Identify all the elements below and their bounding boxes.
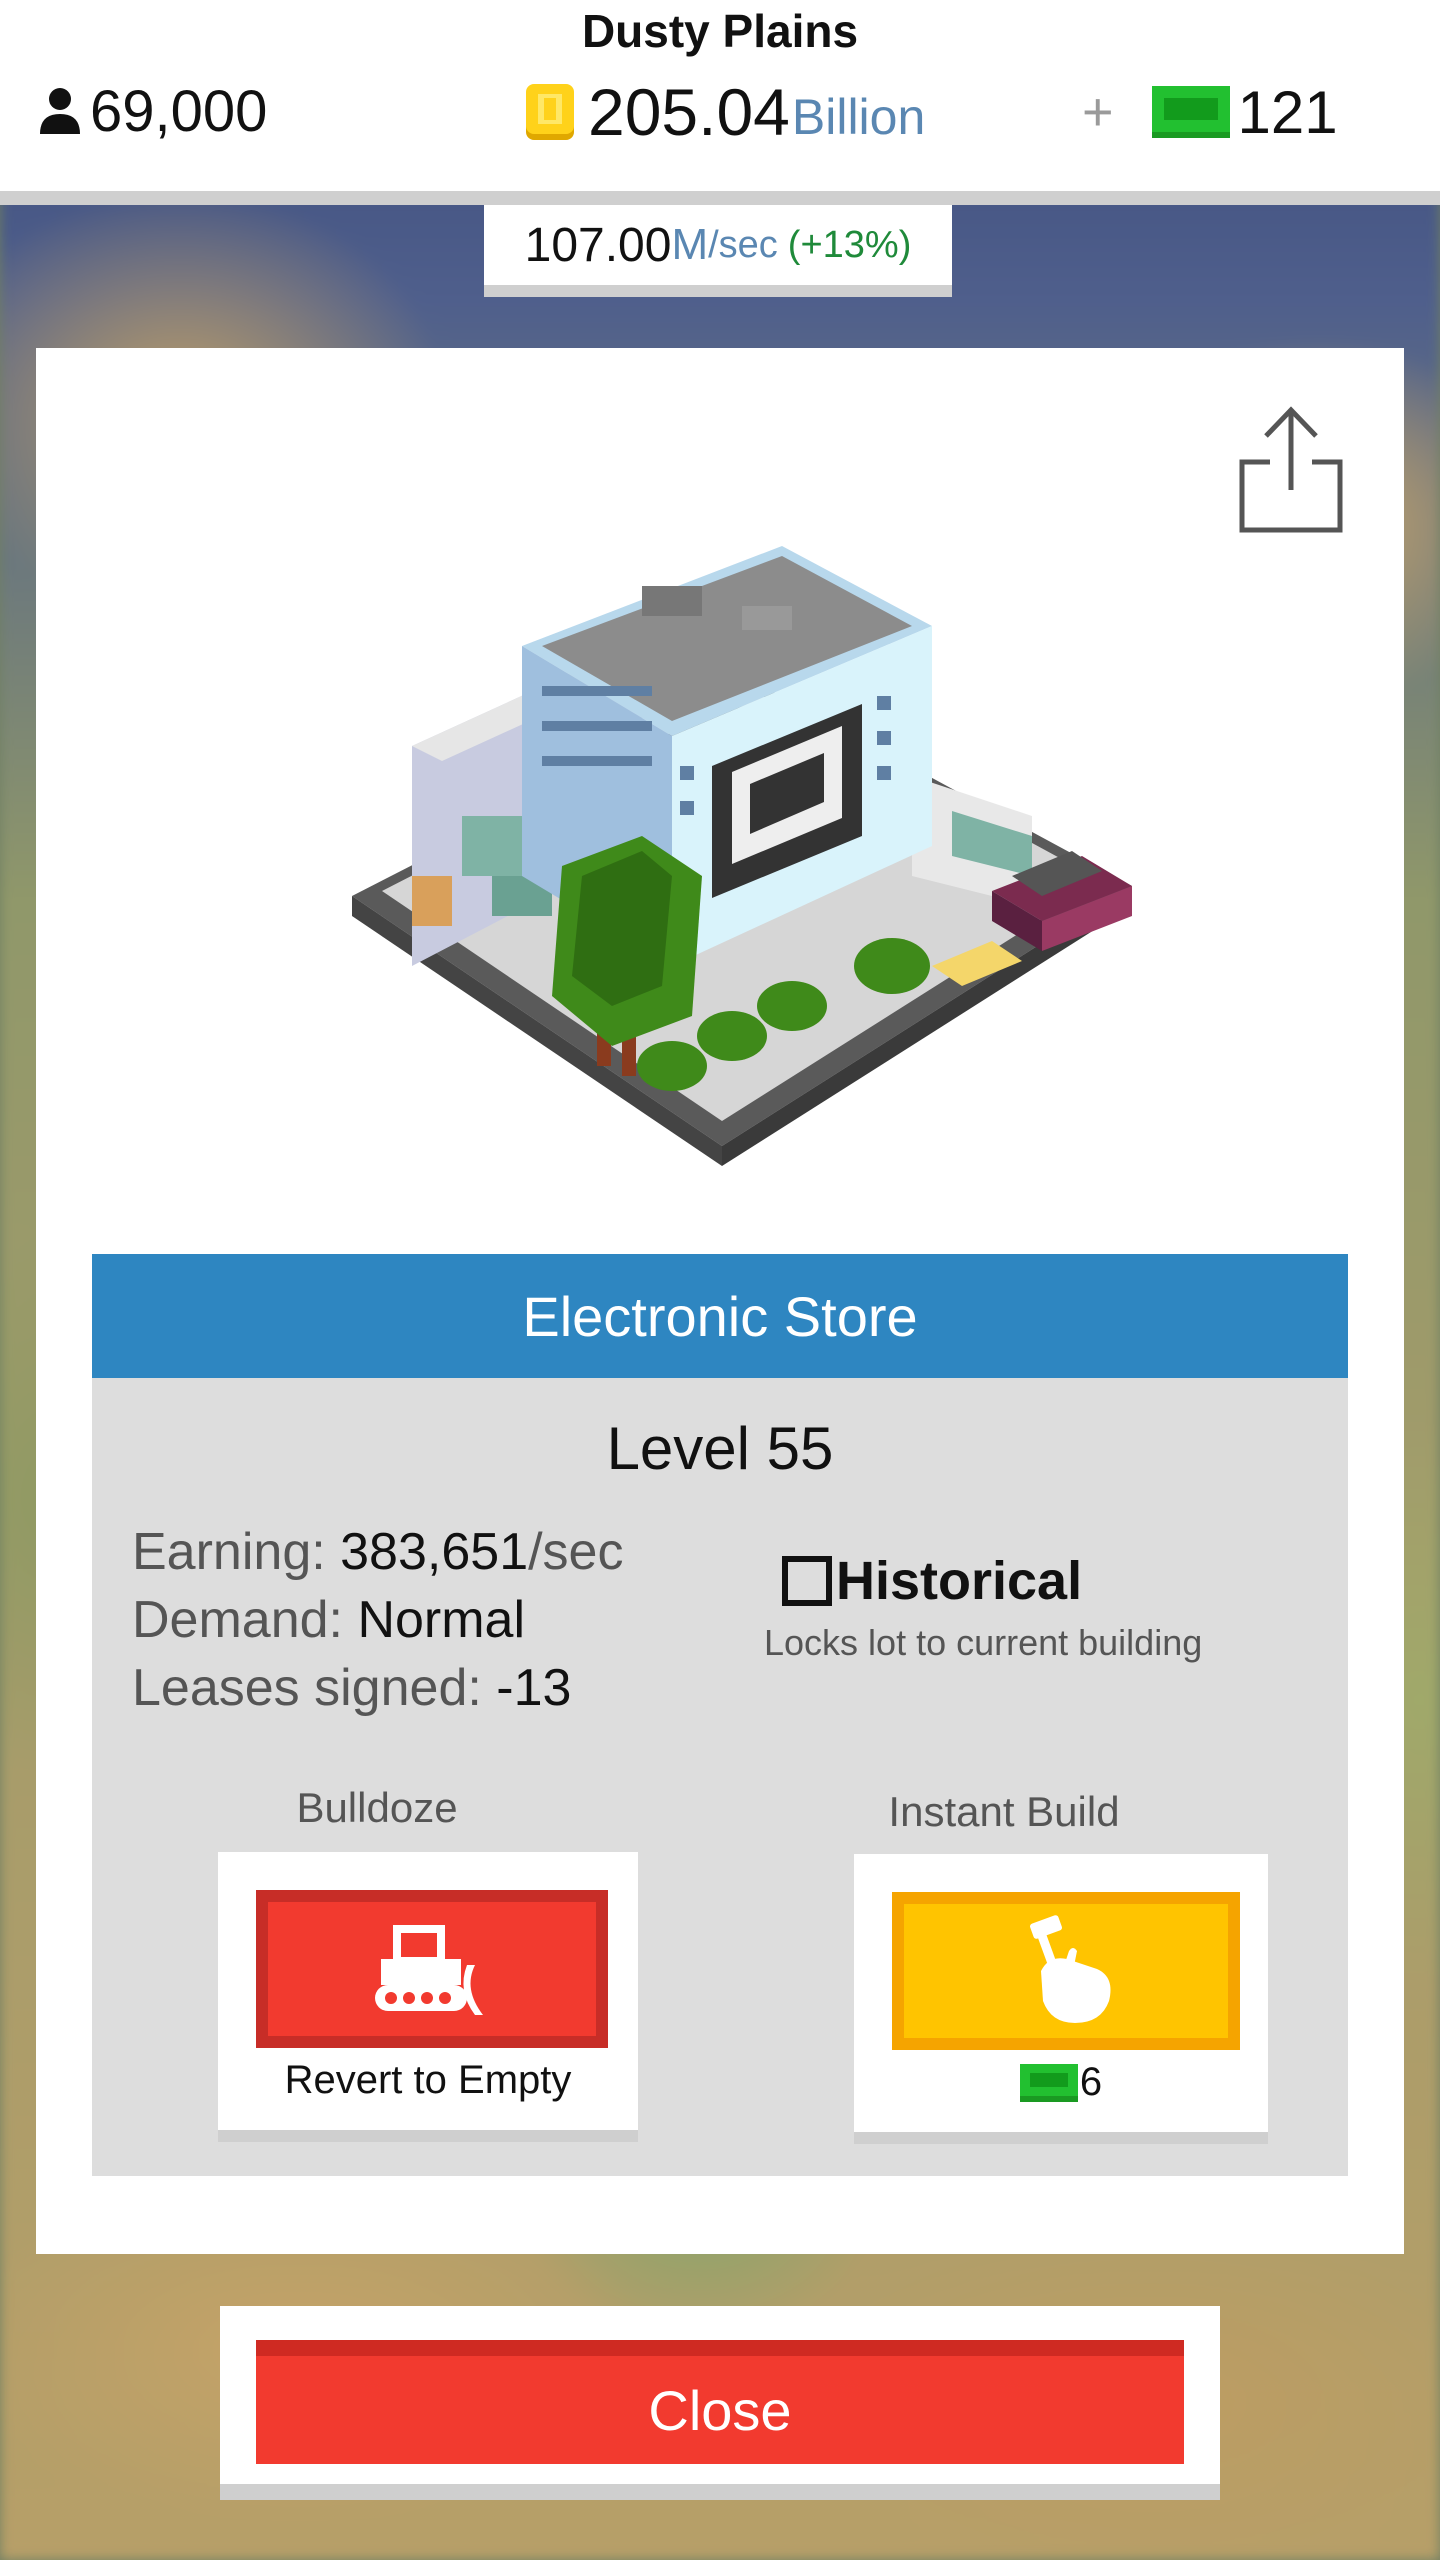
money-unit: Billion xyxy=(791,89,926,145)
bulldoze-button[interactable] xyxy=(256,1890,608,2048)
population-counter: 69,000 xyxy=(38,76,267,146)
close-button-frame: Close xyxy=(220,2306,1220,2500)
population-value: 69,000 xyxy=(90,78,268,144)
gold-coin-icon xyxy=(526,84,574,140)
historical-row[interactable]: Historical xyxy=(782,1550,1242,1612)
earning-label: Earning: xyxy=(132,1523,326,1581)
historical-label: Historical xyxy=(836,1551,1083,1611)
demand-label: Demand: xyxy=(132,1591,343,1649)
earning-value: 383,651 xyxy=(340,1523,529,1581)
income-rate-unit: M xyxy=(671,220,709,269)
building-stats: Earning: 383,651/sec Demand: Normal Leas… xyxy=(132,1518,623,1722)
instant-build-label: Instant Build xyxy=(888,1788,1120,1835)
person-icon xyxy=(40,88,80,134)
demand-value: Normal xyxy=(357,1591,526,1649)
leases-label: Leases signed: xyxy=(132,1659,482,1717)
building-info-panel: Level 55 Earning: 383,651/sec Demand: No… xyxy=(92,1378,1348,2176)
income-rate-bonus: (+13%) xyxy=(787,223,912,266)
historical-toggle[interactable]: Historical Locks lot to current building xyxy=(764,1550,1242,1664)
add-cash-button[interactable]: + xyxy=(1082,81,1114,143)
building-illustration xyxy=(352,546,1132,1166)
building-name-bar: Electronic Store xyxy=(92,1254,1348,1378)
earning-row: Earning: 383,651/sec xyxy=(132,1518,623,1586)
bulldozer-icon xyxy=(375,1925,483,2015)
demand-row: Demand: Normal xyxy=(132,1586,623,1654)
leases-value: -13 xyxy=(496,1659,572,1717)
revert-to-empty-caption: Revert to Empty xyxy=(284,2058,572,2102)
instant-build-button[interactable] xyxy=(892,1892,1240,2050)
cash-counter[interactable]: + 121 xyxy=(1082,72,1338,152)
cash-value: 121 xyxy=(1237,78,1338,146)
green-bill-icon xyxy=(1019,2063,1078,2102)
earning-unit: /sec xyxy=(528,1523,624,1581)
income-rate-tab: 107.00 M /sec (+13%) xyxy=(484,205,952,297)
bulldoze-panel: Revert to Empty xyxy=(218,1852,638,2142)
hammer-hand-icon xyxy=(1030,1915,1111,2023)
bulldoze-label: Bulldoze xyxy=(296,1784,458,1831)
building-info-card: Electronic Store Level 55 Earning: 383,6… xyxy=(36,348,1404,2254)
instant-build-cost: 6 xyxy=(854,2060,1268,2105)
close-button[interactable]: Close xyxy=(256,2340,1184,2464)
top-status-bar: Dusty Plains 69,000 205.04 Billion + 121 xyxy=(0,0,1440,205)
green-bill-icon xyxy=(1151,86,1230,138)
historical-checkbox[interactable] xyxy=(782,1556,832,1606)
money-counter: 205.04 Billion xyxy=(522,72,925,152)
share-icon[interactable] xyxy=(1236,400,1346,540)
money-value: 205.04 xyxy=(588,75,790,149)
income-rate-per-sec: /sec xyxy=(708,223,778,266)
building-level: Level 55 xyxy=(606,1415,834,1482)
instant-build-cost-value: 6 xyxy=(1079,2060,1103,2104)
city-name: Dusty Plains xyxy=(581,5,859,57)
historical-description: Locks lot to current building xyxy=(764,1622,1203,1663)
instant-build-panel: 6 xyxy=(854,1854,1268,2144)
leases-row: Leases signed: -13 xyxy=(132,1654,623,1722)
income-rate-value: 107.00 xyxy=(524,218,672,272)
